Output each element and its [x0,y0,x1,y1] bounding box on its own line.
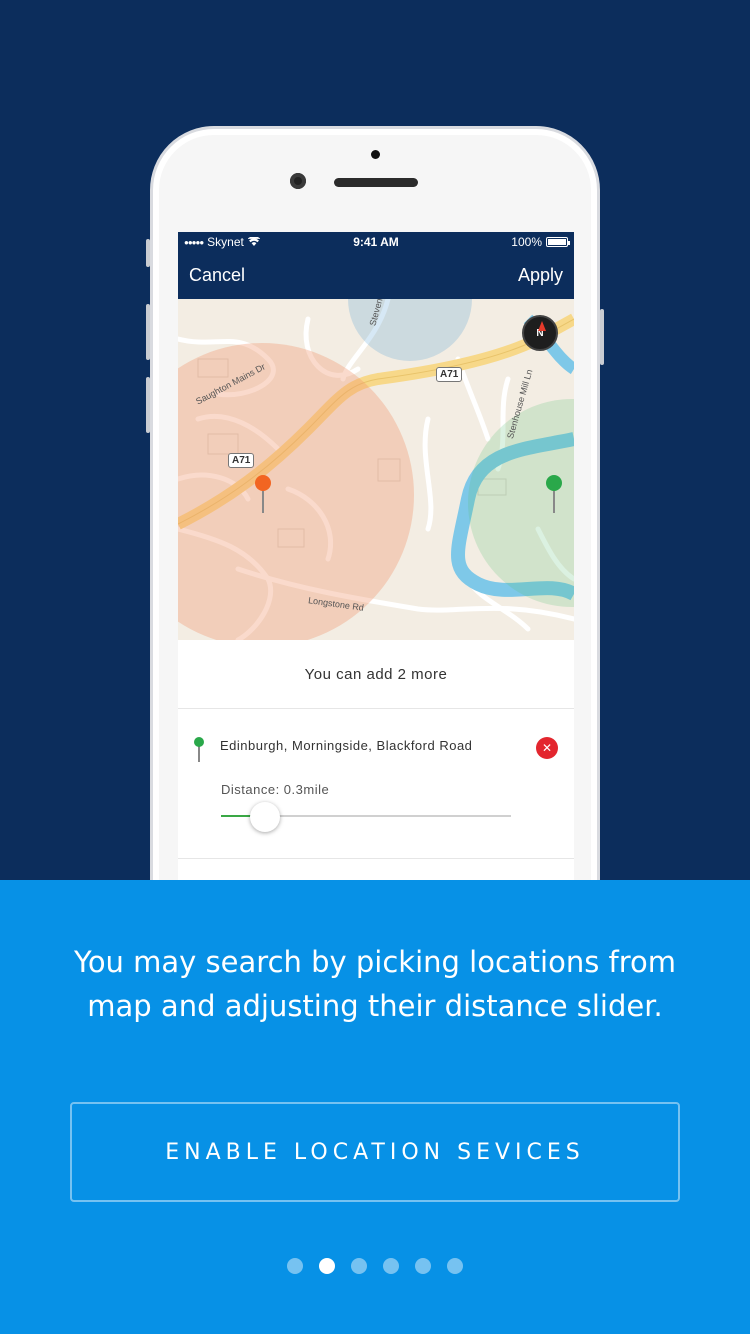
apply-button[interactable]: Apply [518,265,563,286]
phone-volume-down [146,377,150,433]
status-bar: ●●●●● Skynet 9:41 AM 100% [178,232,574,252]
map-view[interactable]: Saughton Mains Dr Longstone Rd Stenhouse… [178,299,574,640]
enable-location-button[interactable]: ENABLE LOCATION SEVICES [70,1102,680,1202]
location-name: Edinburgh, Morningside, Blackford Road [220,738,473,753]
road-shield-a71-top: A71 [436,367,463,382]
status-time: 9:41 AM [353,235,399,249]
phone-sensor [371,150,380,159]
location-list-item[interactable]: Edinburgh, Morningside, Blackford Road ✕… [178,709,574,859]
pin-head [255,475,271,491]
remaining-count-text: You can add 2 more [304,665,448,683]
page-dot[interactable] [287,1258,303,1274]
map-canvas [178,299,574,640]
phone-power-button [600,309,604,365]
onboarding-panel: You may search by picking locations from… [0,880,750,1334]
page-dot[interactable] [415,1258,431,1274]
remove-location-button[interactable]: ✕ [536,737,558,759]
nav-bar: Cancel Apply [178,252,574,299]
phone-screen: ●●●●● Skynet 9:41 AM 100% Cancel Apply S… [178,232,574,880]
map-pin-green[interactable] [546,475,562,515]
phone-camera [290,173,306,189]
page-dot[interactable] [319,1258,335,1274]
battery-icon [546,237,570,247]
slider-thumb[interactable] [249,802,280,832]
page-dot[interactable] [383,1258,399,1274]
compass-button[interactable]: N [522,315,558,351]
page-dot[interactable] [447,1258,463,1274]
page-indicator [0,1258,750,1274]
distance-label: Distance: 0.3mile [221,782,330,797]
distance-slider[interactable] [221,801,511,832]
close-icon: ✕ [541,741,553,755]
pin-head [546,475,562,491]
phone-speaker [334,178,418,187]
road-shield-a71-left: A71 [228,453,255,468]
onboarding-description: You may search by picking locations from… [73,945,677,1023]
pin-stick [262,489,264,513]
phone-mute-switch [146,239,150,267]
phone-volume-up [146,304,150,360]
location-pin-icon [194,737,204,763]
pin-stick [553,489,555,513]
hero-background: ●●●●● Skynet 9:41 AM 100% Cancel Apply S… [0,0,750,880]
compass-label: N [536,327,544,339]
page-dot[interactable] [351,1258,367,1274]
map-pin-orange[interactable] [255,475,271,515]
cancel-button[interactable]: Cancel [189,265,245,286]
remaining-count-row: You can add 2 more [178,640,574,709]
